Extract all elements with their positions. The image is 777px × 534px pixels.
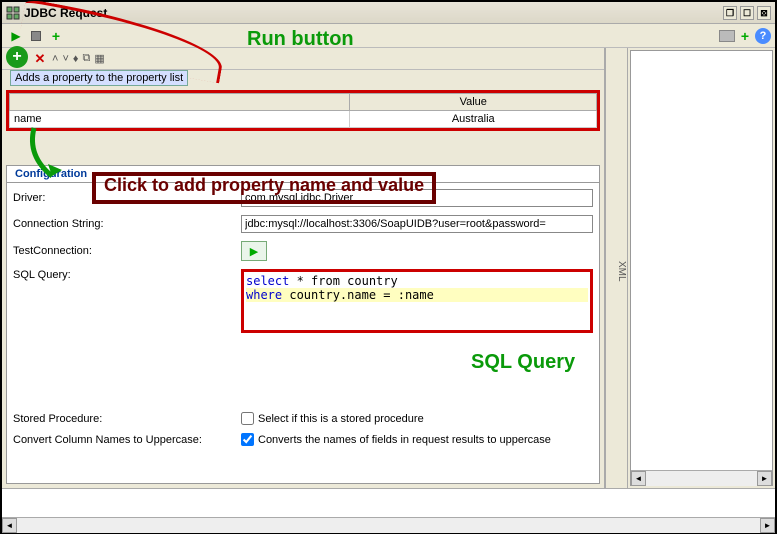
move-down-icon[interactable]: ˅ (62, 53, 68, 65)
bottom-dock-panel: ◄ ► (2, 488, 775, 532)
close-button[interactable]: ⊠ (757, 6, 771, 20)
maximize-button[interactable]: ☐ (740, 6, 754, 20)
tab-xml[interactable]: XML (606, 48, 628, 488)
sql-query-label: SQL Query: (13, 269, 241, 281)
stored-procedure-label: Stored Procedure: (13, 413, 241, 425)
sql-line2-rest: country.name = :name (282, 288, 434, 302)
help-button[interactable]: ? (755, 28, 771, 44)
connection-string-input[interactable] (241, 215, 593, 233)
bottom-scrollbar[interactable]: ◄ ► (2, 517, 775, 532)
sql-kw-select: select (246, 274, 289, 288)
table-row[interactable]: name Australia (10, 111, 597, 128)
property-table[interactable]: Value name Australia (9, 93, 597, 128)
test-connection-button[interactable]: ▶ (241, 241, 267, 261)
sql-query-annot-border: select * from country where country.name… (241, 269, 593, 333)
scroll-right-button[interactable]: ► (757, 471, 772, 486)
annotation-arrow-add (22, 126, 62, 186)
move-up-icon[interactable]: ˄ (52, 53, 58, 65)
property-toolbar: + ✕ ˄ ˅ ♦ ⧉ ▦ Adds a property to the pro… (2, 48, 604, 70)
property-header-value[interactable]: Value (350, 94, 597, 111)
convert-columns-label: Convert Column Names to Uppercase: (13, 434, 241, 446)
bottom-scroll-right-button[interactable]: ► (760, 518, 775, 533)
window-title: JDBC Request (24, 6, 107, 20)
run-button[interactable]: ▶ (8, 28, 24, 44)
stored-procedure-checkbox[interactable] (241, 412, 254, 425)
jdbc-icon (6, 6, 20, 20)
sql-kw-where: where (246, 288, 282, 302)
annotation-click-add: Click to add property name and value (92, 172, 436, 204)
right-panel: XML ◄ ► (605, 48, 775, 488)
stop-button[interactable] (28, 28, 44, 44)
scroll-track[interactable] (646, 471, 757, 486)
configuration-panel: Driver: Connection String: TestConnectio… (6, 182, 600, 484)
sql-query-input[interactable]: select * from country where country.name… (244, 272, 590, 330)
wizard-icon[interactable] (719, 30, 735, 42)
convert-columns-check-text: Converts the names of fields in request … (258, 434, 551, 446)
scroll-left-button[interactable]: ◄ (631, 471, 646, 486)
sql-line1-rest: * from country (289, 274, 397, 288)
sort-icon[interactable]: ♦ (73, 53, 79, 65)
convert-columns-checkbox[interactable] (241, 433, 254, 446)
add-property-tooltip: Adds a property to the property list (10, 70, 188, 86)
restore-button[interactable]: ❐ (723, 6, 737, 20)
property-name-cell[interactable]: name (10, 111, 350, 128)
copy-icon[interactable]: ⧉ (83, 52, 91, 65)
bottom-scroll-track[interactable] (17, 518, 760, 533)
property-value-cell[interactable]: Australia (350, 111, 597, 128)
xml-output-pane[interactable]: ◄ ► (630, 50, 773, 486)
annotation-click-add-text: Click to add property name and value (104, 175, 424, 195)
stored-procedure-check-text: Select if this is a stored procedure (258, 413, 424, 425)
paste-icon[interactable]: ▦ (94, 52, 104, 65)
add-property-button[interactable]: + (6, 46, 28, 68)
bottom-scroll-left-button[interactable]: ◄ (2, 518, 17, 533)
remove-property-button[interactable]: ✕ (32, 51, 48, 67)
property-header-name[interactable] (10, 94, 350, 111)
titlebar: JDBC Request ❐ ☐ ⊠ (2, 2, 775, 24)
test-connection-label: TestConnection: (13, 245, 241, 257)
annotation-sql-query: SQL Query (471, 351, 593, 374)
property-table-annot-border: Value name Australia (6, 90, 600, 131)
connection-string-label: Connection String: (13, 218, 241, 230)
run-toolbar: ▶ + Run button + ? (2, 24, 775, 48)
add-button[interactable]: + (48, 28, 64, 44)
annotation-run-label: Run button (247, 28, 354, 51)
add-assertion-button[interactable]: + (737, 28, 753, 44)
xml-scrollbar[interactable]: ◄ ► (631, 470, 772, 485)
